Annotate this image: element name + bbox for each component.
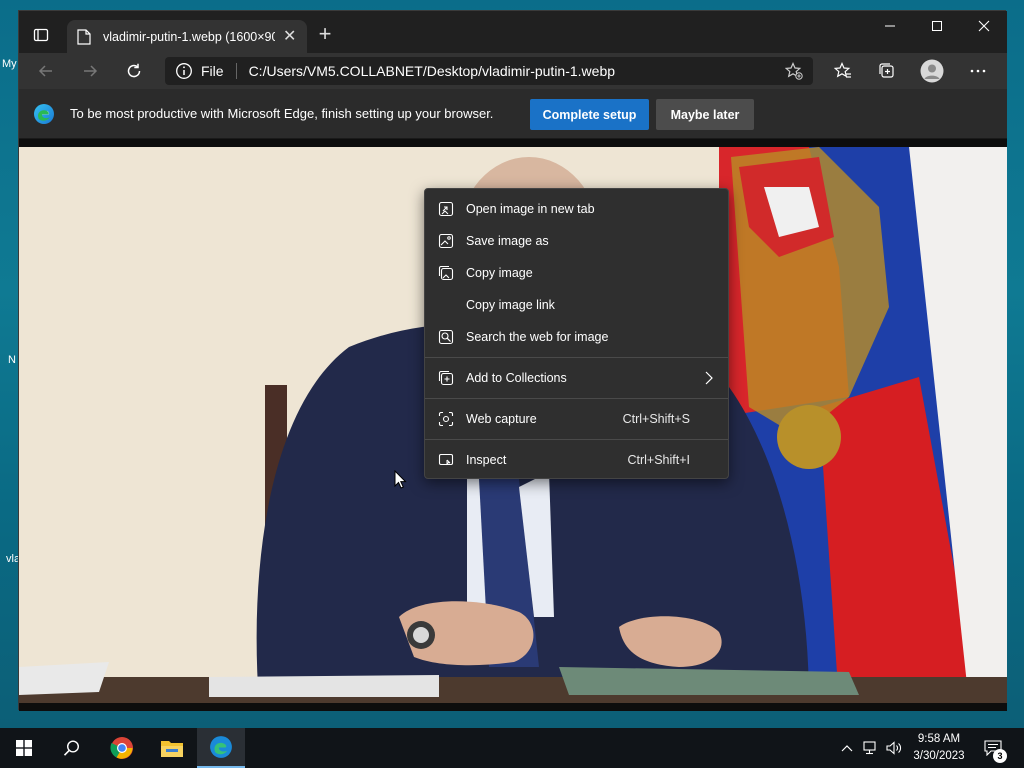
favorites-button[interactable] — [830, 58, 856, 84]
back-arrow-icon — [38, 65, 52, 77]
menu-item-label: Copy image — [466, 266, 533, 280]
folder-icon — [161, 741, 183, 757]
notification-count-badge: 3 — [993, 749, 1007, 763]
close-icon — [978, 20, 990, 32]
network-icon — [863, 741, 876, 755]
mouse-cursor-icon — [394, 470, 407, 489]
menu-item-label: Inspect — [466, 453, 507, 467]
menu-item-label: Add to Collections — [466, 371, 567, 385]
menu-item-label: Search the web for image — [466, 330, 609, 344]
clock[interactable]: 9:58 AM 3/30/2023 — [906, 731, 972, 765]
maximize-icon — [932, 21, 942, 31]
infobar-message: To be most productive with Microsoft Edg… — [70, 106, 494, 121]
menu-separator — [425, 398, 728, 399]
taskbar-chrome[interactable] — [98, 728, 146, 768]
favorites-icon — [834, 62, 851, 78]
minimize-button[interactable] — [867, 11, 913, 41]
menu-item-copy-image-link[interactable]: Copy image link — [425, 289, 728, 321]
menu-separator — [425, 439, 728, 440]
taskbar-edge[interactable] — [197, 728, 245, 768]
address-url[interactable]: C:/Users/VM5.COLLABNET/Desktop/vladimir-… — [249, 63, 615, 79]
title-bar: vladimir-putin-1.webp (1600×900) ✕ + — [19, 11, 1007, 53]
tab-actions-icon — [33, 28, 49, 42]
open-new-tab-icon — [438, 201, 454, 217]
menu-item-save-image-as[interactable]: Save image as — [425, 225, 728, 257]
collections-icon — [879, 63, 894, 78]
menu-item-add-to-collections[interactable]: Add to Collections — [425, 362, 728, 394]
document-icon — [77, 28, 91, 45]
menu-item-web-capture[interactable]: Web capture Ctrl+Shift+S — [425, 403, 728, 435]
search-icon — [63, 740, 80, 756]
close-window-button[interactable] — [961, 11, 1007, 41]
menu-item-copy-image[interactable]: Copy image — [425, 257, 728, 289]
menu-item-inspect[interactable]: Inspect Ctrl+Shift+I — [425, 444, 728, 476]
address-bar[interactable]: File C:/Users/VM5.COLLABNET/Desktop/vlad… — [165, 57, 813, 85]
menu-item-search-web-for-image[interactable]: Search the web for image — [425, 321, 728, 353]
navigation-toolbar: File C:/Users/VM5.COLLABNET/Desktop/vlad… — [19, 53, 1007, 89]
chevron-right-icon — [705, 371, 713, 385]
taskbar: 9:58 AM 3/30/2023 3 — [0, 728, 1024, 768]
complete-setup-button[interactable]: Complete setup — [530, 99, 649, 130]
forward-button[interactable] — [77, 58, 103, 84]
chevron-up-icon — [841, 745, 853, 752]
menu-item-label: Save image as — [466, 234, 549, 248]
address-separator — [235, 63, 237, 79]
add-favorite-icon[interactable] — [785, 62, 803, 80]
forward-arrow-icon — [84, 65, 98, 77]
menu-item-open-image-new-tab[interactable]: Open image in new tab — [425, 193, 728, 225]
edge-icon — [210, 736, 232, 758]
collections-icon — [438, 370, 454, 386]
refresh-icon — [127, 63, 141, 78]
profile-avatar-icon — [920, 59, 944, 83]
image-context-menu: Open image in new tab Save image as Copy… — [424, 188, 729, 479]
clock-time: 9:58 AM — [917, 733, 961, 745]
visual-search-icon — [438, 329, 454, 345]
collections-button[interactable] — [874, 58, 900, 84]
settings-more-button[interactable] — [965, 58, 991, 84]
taskbar-file-explorer[interactable] — [148, 728, 196, 768]
refresh-button[interactable] — [121, 58, 147, 84]
setup-infobar: To be most productive with Microsoft Edg… — [19, 89, 1007, 139]
menu-item-label: Web capture — [466, 412, 537, 426]
save-image-icon — [438, 233, 454, 249]
network-button[interactable] — [861, 728, 881, 768]
menu-item-label: Open image in new tab — [466, 202, 595, 216]
more-options-icon — [970, 69, 986, 73]
new-tab-button[interactable]: + — [313, 23, 337, 47]
browser-tab[interactable]: vladimir-putin-1.webp (1600×900) ✕ — [67, 20, 307, 53]
info-icon[interactable] — [175, 62, 193, 80]
inspect-icon — [438, 453, 454, 466]
menu-item-label: Copy image link — [466, 298, 555, 312]
profile-button[interactable] — [919, 58, 945, 84]
menu-separator — [425, 357, 728, 358]
show-hidden-icons-button[interactable] — [838, 728, 856, 768]
back-button[interactable] — [33, 58, 59, 84]
volume-button[interactable] — [884, 728, 904, 768]
address-protocol: File — [201, 63, 224, 79]
web-capture-icon — [438, 411, 454, 427]
clock-date: 3/30/2023 — [913, 750, 965, 762]
windows-logo-icon — [16, 740, 32, 756]
tab-close-icon[interactable]: ✕ — [283, 28, 296, 45]
minimize-icon — [885, 25, 895, 27]
maximize-button[interactable] — [914, 11, 960, 41]
maybe-later-button[interactable]: Maybe later — [656, 99, 754, 130]
menu-item-shortcut: Ctrl+Shift+I — [627, 453, 690, 467]
tab-actions-menu[interactable] — [27, 21, 55, 49]
copy-image-icon — [438, 265, 454, 281]
edge-logo-icon — [34, 104, 54, 124]
menu-item-shortcut: Ctrl+Shift+S — [622, 412, 690, 426]
speaker-icon — [886, 741, 901, 755]
tab-title: vladimir-putin-1.webp (1600×900) — [103, 29, 275, 44]
search-button[interactable] — [48, 728, 96, 768]
start-button[interactable] — [0, 728, 48, 768]
chrome-icon — [110, 737, 133, 759]
